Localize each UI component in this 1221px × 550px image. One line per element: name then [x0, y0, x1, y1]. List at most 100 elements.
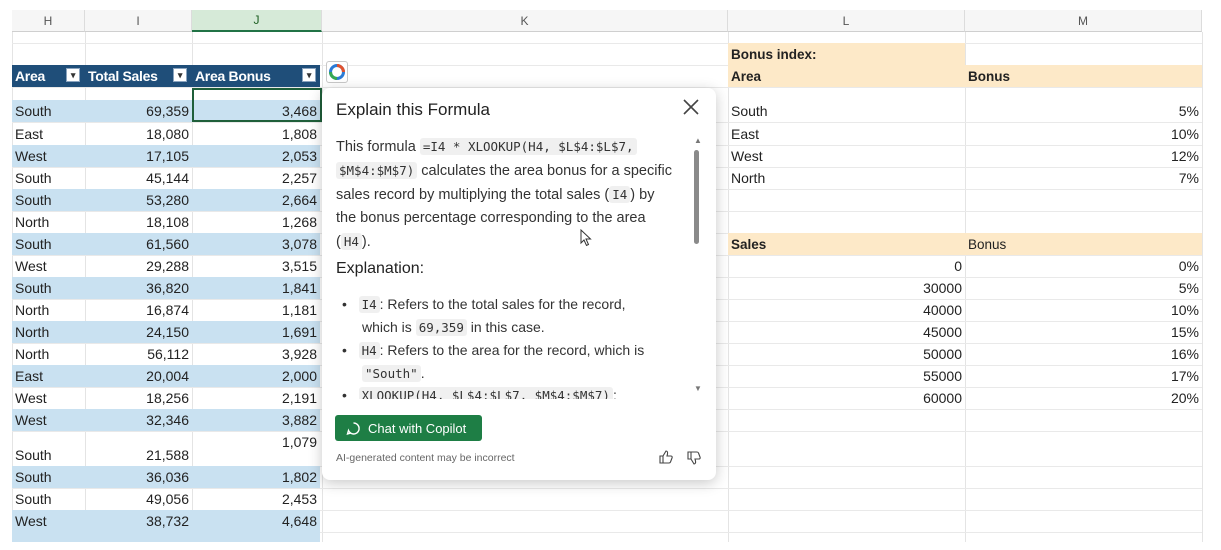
thumbs-down-icon[interactable] — [686, 450, 702, 471]
sales-threshold[interactable]: 55000 — [728, 365, 965, 387]
cell-area-bonus[interactable]: 2,453 — [192, 488, 320, 510]
cell-area-bonus[interactable]: 4,648 — [192, 510, 320, 532]
filter-dropdown-icon[interactable]: ▾ — [173, 68, 187, 82]
sales-threshold[interactable]: 60000 — [728, 387, 965, 409]
cell-area[interactable]: South — [12, 233, 85, 255]
cell-total-sales[interactable]: 21,588 — [85, 444, 192, 466]
cell-area-bonus[interactable]: 3,468 — [192, 100, 320, 122]
cell-total-sales[interactable]: 16,874 — [85, 299, 192, 321]
scroll-down-icon[interactable]: ▼ — [694, 384, 702, 393]
cell-area[interactable]: West — [12, 387, 85, 409]
cell-area[interactable]: East — [12, 123, 85, 145]
sales-bonus-rate[interactable]: 15% — [965, 321, 1202, 343]
cell-area[interactable]: South — [12, 100, 85, 122]
formula-description: This formula =I4 * XLOOKUP(H4, $L$4:$L$7… — [336, 138, 672, 250]
cell-area-bonus[interactable]: 1,691 — [192, 321, 320, 343]
sales-threshold[interactable]: 50000 — [728, 343, 965, 365]
cell-total-sales[interactable]: 36,036 — [85, 466, 192, 488]
cell-total-sales[interactable]: 53,280 — [85, 189, 192, 211]
cell-area-bonus[interactable]: 1,808 — [192, 123, 320, 145]
column-header-i[interactable]: I — [85, 10, 192, 32]
cell-total-sales[interactable]: 32,346 — [85, 409, 192, 431]
cell-area[interactable]: North — [12, 211, 85, 233]
explanation-item: • H4: Refers to the area for the record,… — [342, 342, 645, 382]
cell-area-bonus[interactable]: 1,181 — [192, 299, 320, 321]
bonus-index-title: Bonus index: — [731, 46, 817, 62]
cell-area-bonus[interactable]: 1,079 — [192, 431, 320, 453]
column-header-h[interactable]: H — [12, 10, 85, 32]
bonus-index-area[interactable]: South — [728, 100, 965, 122]
bonus-index-value[interactable]: 5% — [965, 100, 1202, 122]
column-header-m[interactable]: M — [965, 10, 1202, 32]
cell-total-sales[interactable]: 45,144 — [85, 167, 192, 189]
sales-bonus-rate[interactable]: 10% — [965, 299, 1202, 321]
cell-area[interactable]: North — [12, 321, 85, 343]
cell-area-bonus[interactable]: 1,841 — [192, 277, 320, 299]
cell-area-bonus[interactable]: 2,000 — [192, 365, 320, 387]
close-icon[interactable] — [680, 96, 702, 118]
cell-total-sales[interactable]: 17,105 — [85, 145, 192, 167]
sales-bonus-rate[interactable]: 0% — [965, 255, 1202, 277]
cell-area-bonus[interactable]: 3,515 — [192, 255, 320, 277]
cell-area[interactable]: South — [12, 444, 85, 466]
cell-area-bonus[interactable]: 3,078 — [192, 233, 320, 255]
column-header-k[interactable]: K — [322, 10, 728, 32]
cell-area-bonus[interactable]: 2,053 — [192, 145, 320, 167]
cell-area[interactable]: South — [12, 277, 85, 299]
sales-bonus-rate[interactable]: 17% — [965, 365, 1202, 387]
bonus-index-value[interactable]: 10% — [965, 123, 1202, 145]
filter-dropdown-icon[interactable]: ▾ — [302, 68, 316, 82]
cell-area[interactable]: West — [12, 255, 85, 277]
chat-with-copilot-button[interactable]: Chat with Copilot — [335, 415, 482, 441]
sales-threshold[interactable]: 45000 — [728, 321, 965, 343]
cell-area[interactable]: South — [12, 167, 85, 189]
cell-total-sales[interactable]: 38,732 — [85, 510, 192, 532]
cell-total-sales[interactable]: 61,560 — [85, 233, 192, 255]
cell-area-bonus[interactable]: 2,664 — [192, 189, 320, 211]
thumbs-up-icon[interactable] — [658, 449, 674, 470]
explanation-item: • I4: Refers to the total sales for the … — [342, 296, 626, 336]
sales-threshold[interactable]: 0 — [728, 255, 965, 277]
cell-total-sales[interactable]: 49,056 — [85, 488, 192, 510]
cell-area-bonus[interactable]: 2,257 — [192, 167, 320, 189]
bonus-index-area[interactable]: West — [728, 145, 965, 167]
bonus-index-area[interactable]: East — [728, 123, 965, 145]
sales-threshold[interactable]: 30000 — [728, 277, 965, 299]
cell-area[interactable]: South — [12, 488, 85, 510]
cell-area[interactable]: South — [12, 189, 85, 211]
cell-total-sales[interactable]: 69,359 — [85, 100, 192, 122]
cell-total-sales[interactable]: 18,256 — [85, 387, 192, 409]
cell-total-sales[interactable]: 18,108 — [85, 211, 192, 233]
bonus-index-value[interactable]: 12% — [965, 145, 1202, 167]
sales-header: Sales — [731, 236, 767, 252]
cell-total-sales[interactable]: 56,112 — [85, 343, 192, 365]
cell-area[interactable]: North — [12, 343, 85, 365]
cell-area-bonus[interactable]: 3,882 — [192, 409, 320, 431]
cell-area-bonus[interactable]: 1,802 — [192, 466, 320, 488]
cell-area[interactable]: West — [12, 510, 85, 532]
cell-total-sales[interactable]: 24,150 — [85, 321, 192, 343]
cell-area[interactable]: South — [12, 466, 85, 488]
cell-area[interactable]: West — [12, 145, 85, 167]
sales-bonus-rate[interactable]: 5% — [965, 277, 1202, 299]
cell-area[interactable]: North — [12, 299, 85, 321]
sales-threshold[interactable]: 40000 — [728, 299, 965, 321]
column-header-l[interactable]: L — [728, 10, 965, 32]
cell-total-sales[interactable]: 20,004 — [85, 365, 192, 387]
bonus-index-value[interactable]: 7% — [965, 167, 1202, 189]
bonus-index-area[interactable]: North — [728, 167, 965, 189]
copilot-icon[interactable] — [326, 61, 348, 83]
filter-dropdown-icon[interactable]: ▾ — [66, 68, 80, 82]
cell-area[interactable]: East — [12, 365, 85, 387]
cell-area[interactable]: West — [12, 409, 85, 431]
cell-total-sales[interactable]: 36,820 — [85, 277, 192, 299]
cell-total-sales[interactable]: 29,288 — [85, 255, 192, 277]
cell-area-bonus[interactable]: 2,191 — [192, 387, 320, 409]
chat-icon — [346, 421, 361, 436]
cell-area-bonus[interactable]: 3,928 — [192, 343, 320, 365]
column-header-j[interactable]: J — [192, 10, 322, 32]
sales-bonus-rate[interactable]: 20% — [965, 387, 1202, 409]
cell-area-bonus[interactable]: 1,268 — [192, 211, 320, 233]
cell-total-sales[interactable]: 18,080 — [85, 123, 192, 145]
sales-bonus-rate[interactable]: 16% — [965, 343, 1202, 365]
